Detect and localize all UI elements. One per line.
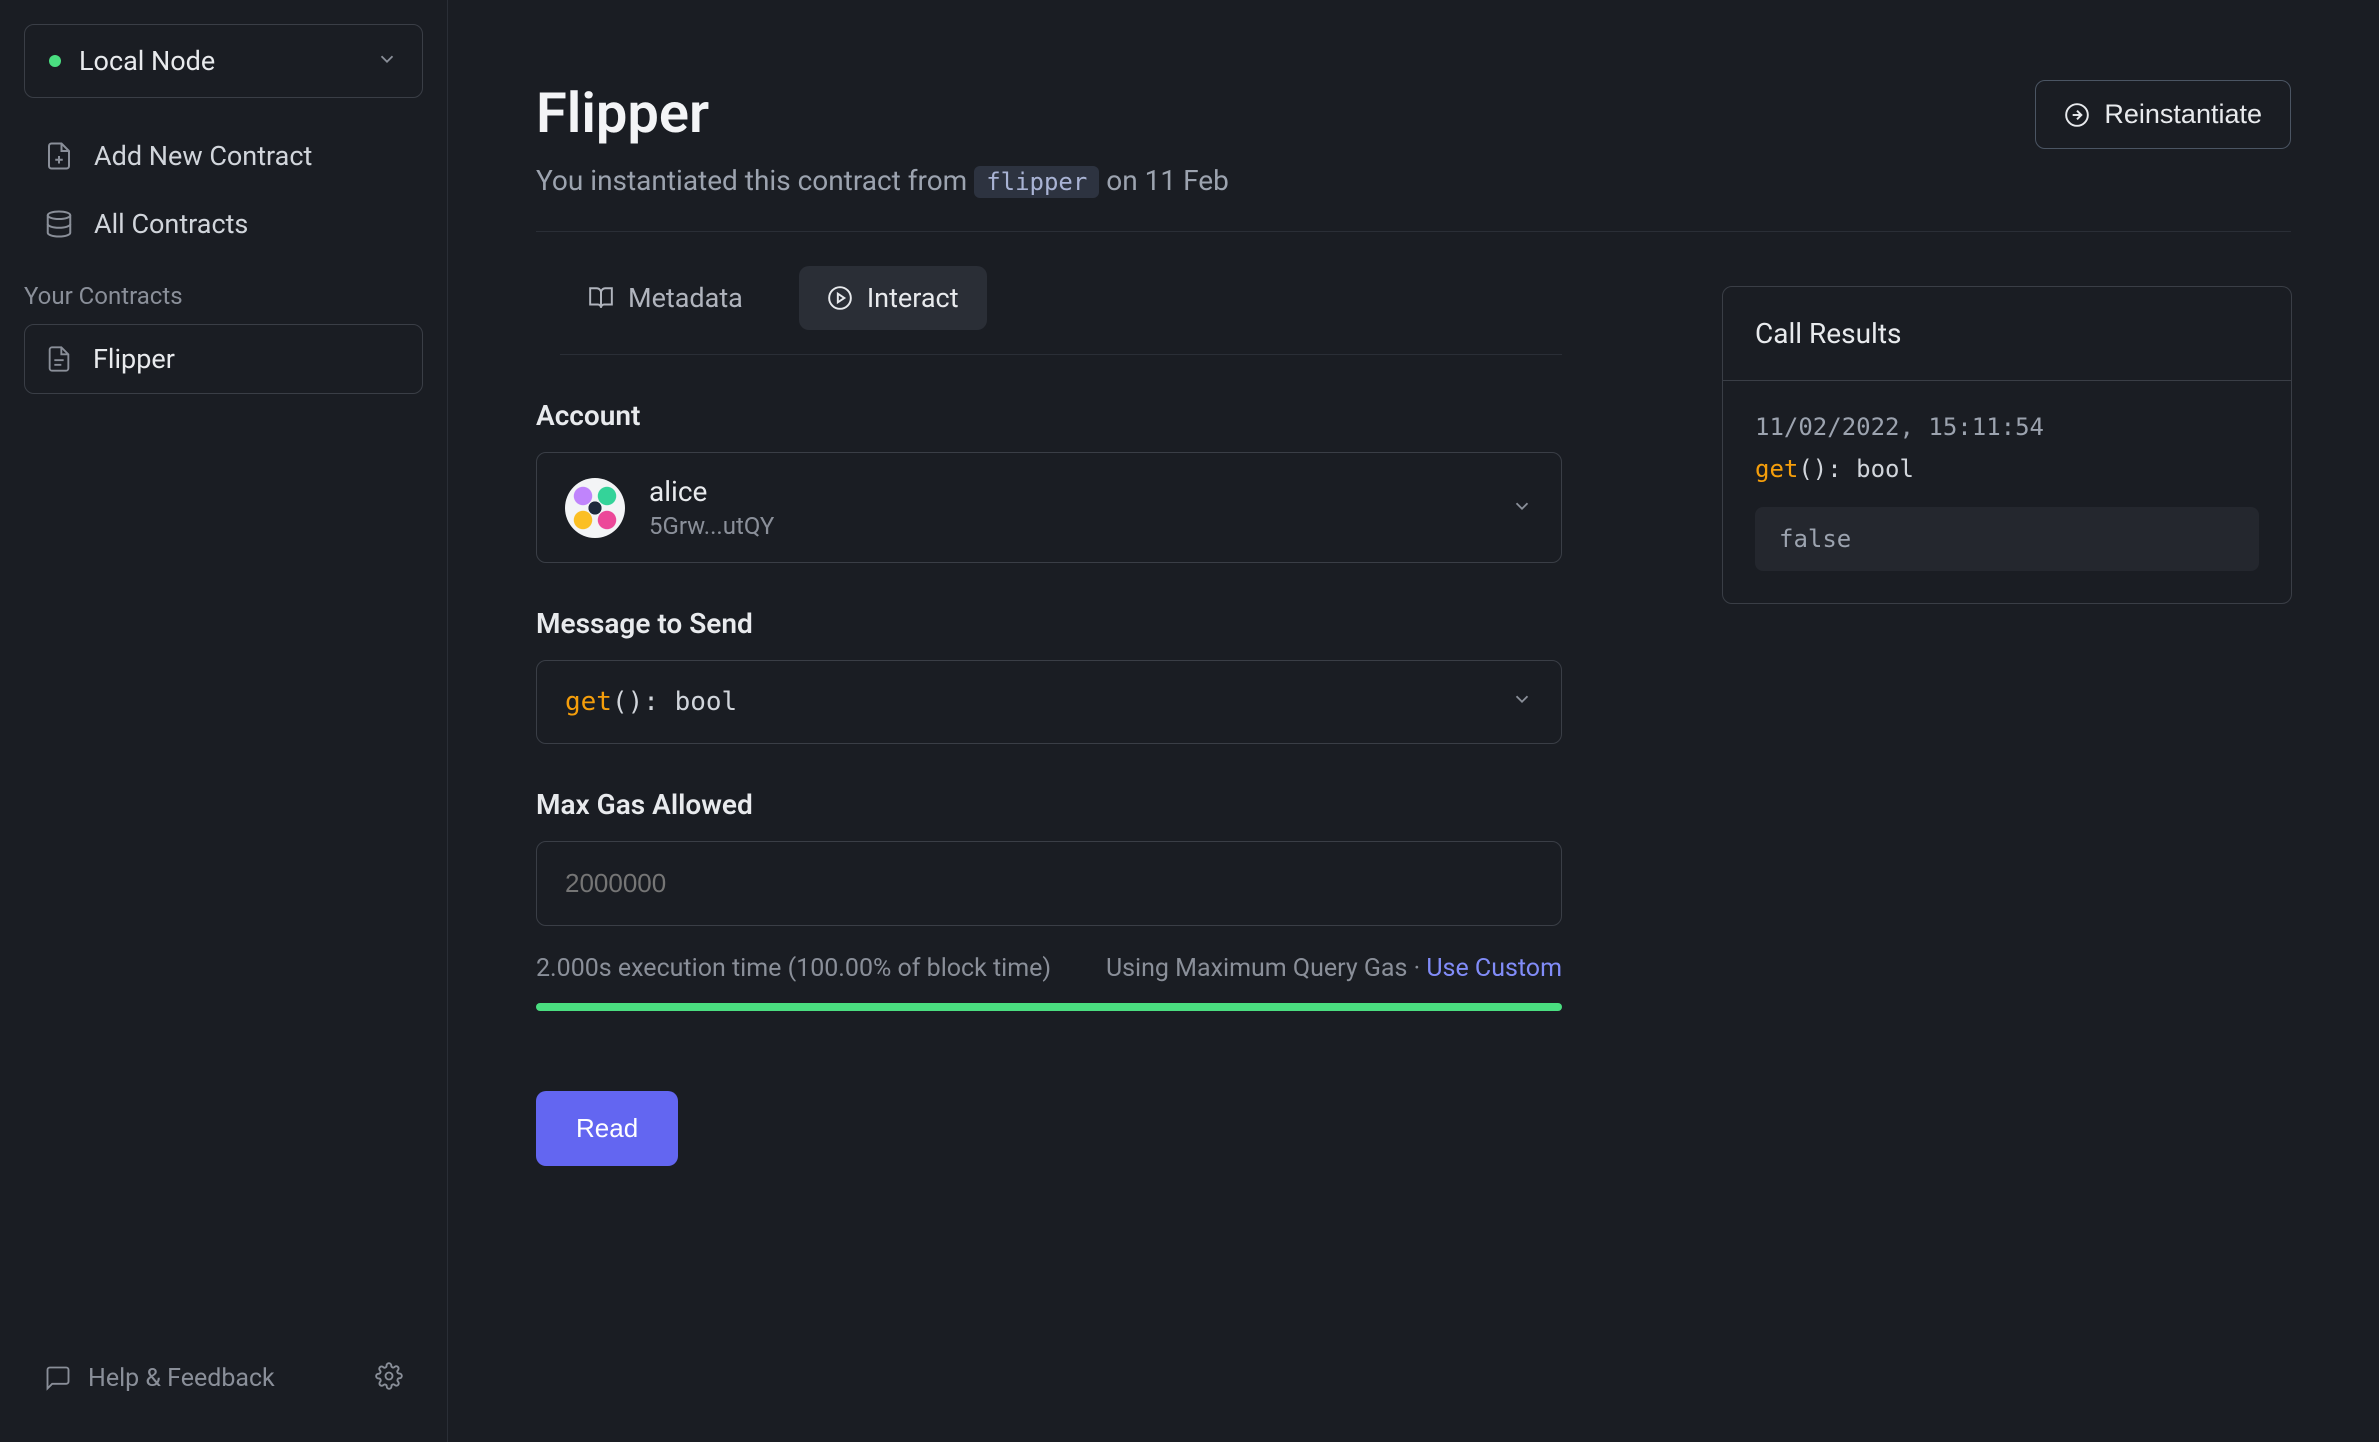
nav-add-contract[interactable]: Add New Contract — [0, 122, 447, 190]
reinstantiate-button[interactable]: Reinstantiate — [2035, 80, 2291, 149]
main-content: Flipper You instantiated this contract f… — [448, 0, 2379, 1442]
message-fn-name: get — [565, 687, 612, 717]
account-address: 5Grw...utQY — [649, 512, 774, 540]
subtitle: You instantiated this contract from flip… — [536, 164, 1229, 197]
results-title: Call Results — [1723, 287, 2291, 381]
help-label: Help & Feedback — [88, 1364, 275, 1393]
node-selector[interactable]: Local Node — [24, 24, 423, 98]
gas-label: Max Gas Allowed — [536, 788, 1562, 821]
gas-progress-bar — [536, 1003, 1562, 1011]
gas-info: 2.000s execution time (100.00% of block … — [536, 954, 1562, 983]
file-icon — [45, 345, 73, 373]
chevron-down-icon — [376, 48, 398, 74]
gas-using-text: Using Maximum Query Gas · — [1106, 954, 1426, 983]
account-name: alice — [649, 475, 774, 508]
node-name: Local Node — [79, 45, 215, 77]
arrow-circle-icon — [2064, 102, 2090, 128]
tab-metadata[interactable]: Metadata — [560, 266, 771, 330]
chevron-down-icon — [1511, 495, 1533, 521]
account-label: Account — [536, 399, 1562, 432]
nav-add-label: Add New Contract — [94, 140, 312, 172]
reinstantiate-label: Reinstantiate — [2104, 99, 2262, 130]
result-fn-sig: (): bool — [1798, 455, 1914, 483]
status-dot-icon — [49, 55, 61, 67]
chevron-down-icon — [1511, 687, 1533, 717]
tab-interact[interactable]: Interact — [799, 266, 987, 330]
contract-item-label: Flipper — [93, 343, 175, 375]
divider — [536, 231, 2291, 232]
result-timestamp: 11/02/2022, 15:11:54 — [1755, 413, 2259, 441]
read-button[interactable]: Read — [536, 1091, 678, 1166]
call-results-panel: Call Results 11/02/2022, 15:11:54 get():… — [1722, 286, 2292, 604]
help-feedback-link[interactable]: Help & Feedback — [44, 1364, 275, 1393]
tabs-bar: Metadata Interact — [560, 266, 1562, 355]
file-plus-icon — [44, 141, 74, 171]
chat-icon — [44, 1364, 72, 1392]
nav-all-label: All Contracts — [94, 208, 248, 240]
tab-metadata-label: Metadata — [628, 282, 743, 314]
code-chip: flipper — [974, 166, 1099, 198]
settings-button[interactable] — [375, 1362, 403, 1394]
subtitle-suffix: on 11 Feb — [1099, 164, 1229, 197]
play-circle-icon — [827, 285, 853, 311]
use-custom-link[interactable]: Use Custom — [1426, 954, 1562, 983]
database-icon — [44, 209, 74, 239]
nav-all-contracts[interactable]: All Contracts — [0, 190, 447, 258]
message-select[interactable]: get(): bool — [536, 660, 1562, 744]
identicon-icon — [565, 478, 625, 538]
sidebar-contract-item[interactable]: Flipper — [24, 324, 423, 394]
gear-icon — [375, 1362, 403, 1390]
page-title: Flipper — [536, 80, 1229, 146]
sidebar: Local Node Add New Contract All Contract… — [0, 0, 448, 1442]
book-icon — [588, 285, 614, 311]
result-fn: get(): bool — [1755, 455, 2259, 483]
subtitle-prefix: You instantiated this contract from — [536, 164, 974, 197]
result-fn-name: get — [1755, 455, 1798, 483]
tab-interact-label: Interact — [867, 282, 959, 314]
result-value: false — [1755, 507, 2259, 571]
gas-exec-text: 2.000s execution time (100.00% of block … — [536, 954, 1051, 983]
section-title: Your Contracts — [0, 258, 447, 324]
message-fn-sig: (): bool — [612, 687, 737, 717]
message-label: Message to Send — [536, 607, 1562, 640]
account-select[interactable]: alice 5Grw...utQY — [536, 452, 1562, 563]
gas-input[interactable] — [536, 841, 1562, 926]
